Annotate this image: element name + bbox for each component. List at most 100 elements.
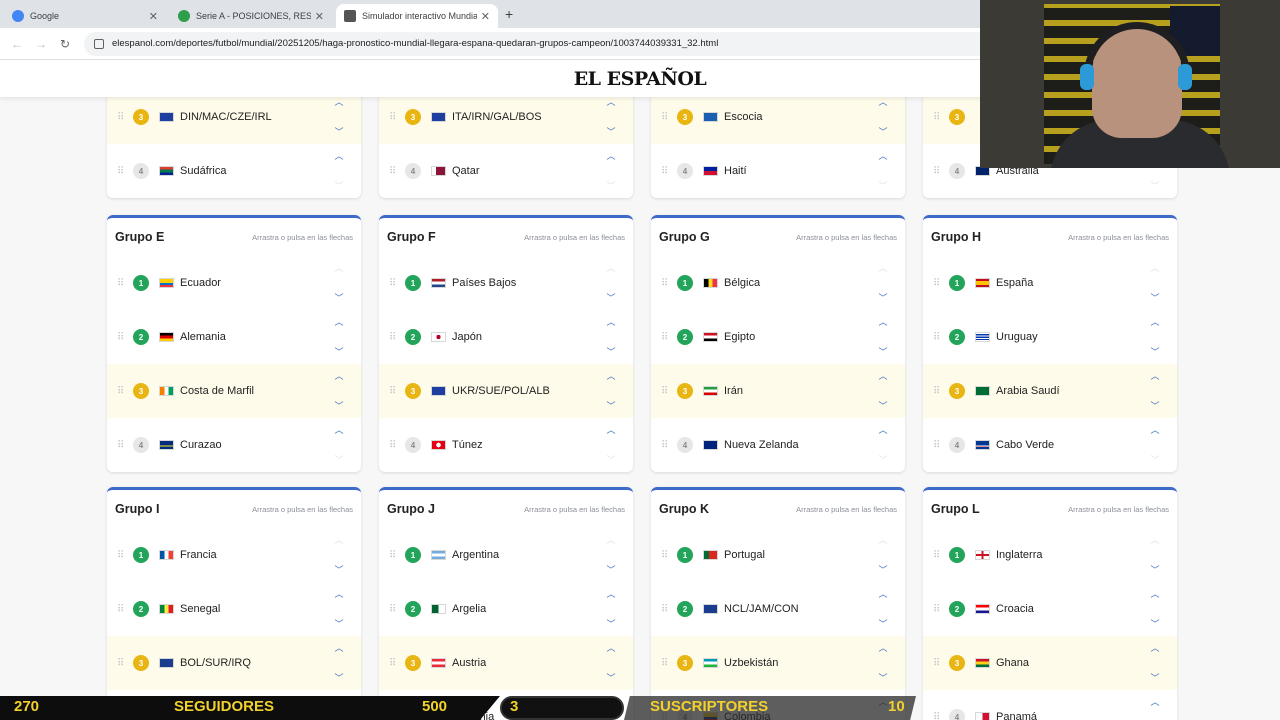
move-down-chevron-icon[interactable]: ﹀ <box>333 400 345 412</box>
team-row[interactable]: ⠿ 3 Arabia Saudí ︿ ﹀ <box>923 364 1177 418</box>
team-row[interactable]: ⠿ 4 Túnez ︿ ﹀ <box>379 418 633 472</box>
drag-handle-icon[interactable]: ⠿ <box>661 166 677 177</box>
drag-handle-icon[interactable]: ⠿ <box>933 278 949 289</box>
move-down-chevron-icon[interactable]: ﹀ <box>1149 618 1161 630</box>
move-up-chevron-icon[interactable]: ︿ <box>877 316 889 328</box>
drag-handle-icon[interactable]: ⠿ <box>117 112 133 123</box>
team-row[interactable]: ⠿ 3 Austria ︿ ﹀ <box>379 636 633 690</box>
move-up-chevron-icon[interactable]: ︿ <box>605 316 617 328</box>
move-down-chevron-icon[interactable]: ﹀ <box>333 292 345 304</box>
team-row[interactable]: ⠿ 1 Ecuador ︿ ﹀ <box>107 256 361 310</box>
move-down-chevron-icon[interactable]: ﹀ <box>1149 346 1161 358</box>
move-up-chevron-icon[interactable]: ︿ <box>333 96 345 108</box>
move-down-chevron-icon[interactable]: ﹀ <box>877 564 889 576</box>
move-down-chevron-icon[interactable]: ﹀ <box>877 126 889 138</box>
drag-handle-icon[interactable]: ⠿ <box>389 332 405 343</box>
drag-handle-icon[interactable]: ⠿ <box>117 440 133 451</box>
team-row[interactable]: ⠿ 4 Nueva Zelanda ︿ ﹀ <box>651 418 905 472</box>
team-row[interactable]: ⠿ 2 Uruguay ︿ ﹀ <box>923 310 1177 364</box>
site-logo[interactable]: EL ESPAÑOL <box>574 68 707 90</box>
move-up-chevron-icon[interactable]: ︿ <box>877 150 889 162</box>
move-up-chevron-icon[interactable]: ︿ <box>605 588 617 600</box>
move-up-chevron-icon[interactable]: ︿ <box>1149 370 1161 382</box>
team-row[interactable]: ⠿ 3 BOL/SUR/IRQ ︿ ﹀ <box>107 636 361 690</box>
move-up-chevron-icon[interactable]: ︿ <box>605 424 617 436</box>
team-row[interactable]: ⠿ 1 Países Bajos ︿ ﹀ <box>379 256 633 310</box>
team-row[interactable]: ⠿ 1 Bélgica ︿ ﹀ <box>651 256 905 310</box>
move-up-chevron-icon[interactable]: ︿ <box>333 370 345 382</box>
drag-handle-icon[interactable]: ⠿ <box>933 712 949 720</box>
drag-handle-icon[interactable]: ⠿ <box>933 658 949 669</box>
new-tab-button[interactable]: + <box>505 6 513 22</box>
browser-tab-simulador[interactable]: Simulador interactivo Mundial ✕ <box>336 4 498 28</box>
move-down-chevron-icon[interactable]: ﹀ <box>877 672 889 684</box>
team-row[interactable]: ⠿ 3 Escocia ︿ ﹀ <box>651 90 905 144</box>
drag-handle-icon[interactable]: ⠿ <box>389 658 405 669</box>
drag-handle-icon[interactable]: ⠿ <box>389 386 405 397</box>
move-down-chevron-icon[interactable]: ﹀ <box>605 126 617 138</box>
team-row[interactable]: ⠿ 3 ITA/IRN/GAL/BOS ︿ ﹀ <box>379 90 633 144</box>
drag-handle-icon[interactable]: ⠿ <box>933 112 949 123</box>
move-down-chevron-icon[interactable]: ﹀ <box>1149 292 1161 304</box>
team-row[interactable]: ⠿ 2 Croacia ︿ ﹀ <box>923 582 1177 636</box>
move-up-chevron-icon[interactable]: ︿ <box>605 150 617 162</box>
team-row[interactable]: ⠿ 2 Japón ︿ ﹀ <box>379 310 633 364</box>
move-up-chevron-icon[interactable]: ︿ <box>605 642 617 654</box>
move-down-chevron-icon[interactable]: ﹀ <box>605 400 617 412</box>
move-up-chevron-icon[interactable]: ︿ <box>333 150 345 162</box>
team-row[interactable]: ⠿4 Panamá ︿﹀ <box>923 690 1177 720</box>
team-row[interactable]: ⠿ 4 Curazao ︿ ﹀ <box>107 418 361 472</box>
team-row[interactable]: ⠿ 1 Argentina ︿ ﹀ <box>379 528 633 582</box>
team-row[interactable]: ⠿ 3 Irán ︿ ﹀ <box>651 364 905 418</box>
team-row[interactable]: ⠿ 4 Qatar ︿ ﹀ <box>379 144 633 198</box>
close-tab-icon[interactable]: ✕ <box>315 10 324 23</box>
move-down-chevron-icon[interactable]: ﹀ <box>605 346 617 358</box>
move-down-chevron-icon[interactable]: ﹀ <box>333 126 345 138</box>
move-down-chevron-icon[interactable]: ﹀ <box>1149 564 1161 576</box>
drag-handle-icon[interactable]: ⠿ <box>933 604 949 615</box>
move-up-chevron-icon[interactable]: ︿ <box>877 96 889 108</box>
reload-icon[interactable]: ↻ <box>58 37 72 51</box>
drag-handle-icon[interactable]: ⠿ <box>933 332 949 343</box>
team-row[interactable]: ⠿ 1 España ︿ ﹀ <box>923 256 1177 310</box>
drag-handle-icon[interactable]: ⠿ <box>117 386 133 397</box>
move-up-chevron-icon[interactable]: ︿ <box>1149 642 1161 654</box>
move-down-chevron-icon[interactable]: ﹀ <box>333 618 345 630</box>
team-row[interactable]: ⠿ 2 NCL/JAM/CON ︿ ﹀ <box>651 582 905 636</box>
team-row[interactable]: ⠿ 2 Senegal ︿ ﹀ <box>107 582 361 636</box>
close-tab-icon[interactable]: ✕ <box>481 10 490 23</box>
drag-handle-icon[interactable]: ⠿ <box>661 604 677 615</box>
move-up-chevron-icon[interactable]: ︿ <box>1149 696 1161 708</box>
team-row[interactable]: ⠿ 4 Cabo Verde ︿ ﹀ <box>923 418 1177 472</box>
move-down-chevron-icon[interactable]: ﹀ <box>333 672 345 684</box>
drag-handle-icon[interactable]: ⠿ <box>661 112 677 123</box>
move-down-chevron-icon[interactable]: ﹀ <box>605 564 617 576</box>
site-settings-icon[interactable] <box>94 38 104 49</box>
drag-handle-icon[interactable]: ⠿ <box>661 658 677 669</box>
address-bar[interactable]: elespanol.com/deportes/futbol/mundial/20… <box>84 31 1004 56</box>
drag-handle-icon[interactable]: ⠿ <box>389 440 405 451</box>
browser-tab-google[interactable]: Google ✕ <box>4 4 166 28</box>
drag-handle-icon[interactable]: ⠿ <box>661 386 677 397</box>
move-up-chevron-icon[interactable]: ︿ <box>877 424 889 436</box>
team-row[interactable]: ⠿ 3 Costa de Marfil ︿ ﹀ <box>107 364 361 418</box>
move-up-chevron-icon[interactable]: ︿ <box>333 316 345 328</box>
drag-handle-icon[interactable]: ⠿ <box>117 604 133 615</box>
forward-arrow-icon[interactable]: → <box>34 37 48 51</box>
drag-handle-icon[interactable]: ⠿ <box>933 440 949 451</box>
move-down-chevron-icon[interactable]: ﹀ <box>877 618 889 630</box>
team-row[interactable]: ⠿ 2 Egipto ︿ ﹀ <box>651 310 905 364</box>
drag-handle-icon[interactable]: ⠿ <box>933 386 949 397</box>
move-up-chevron-icon[interactable]: ︿ <box>605 370 617 382</box>
move-up-chevron-icon[interactable]: ︿ <box>1149 316 1161 328</box>
team-row[interactable]: ⠿ 4 Sudáfrica ︿ ﹀ <box>107 144 361 198</box>
move-down-chevron-icon[interactable]: ﹀ <box>605 292 617 304</box>
drag-handle-icon[interactable]: ⠿ <box>389 604 405 615</box>
team-row[interactable]: ⠿ 2 Argelia ︿ ﹀ <box>379 582 633 636</box>
drag-handle-icon[interactable]: ⠿ <box>661 440 677 451</box>
close-tab-icon[interactable]: ✕ <box>149 10 158 23</box>
move-up-chevron-icon[interactable]: ︿ <box>1149 424 1161 436</box>
move-down-chevron-icon[interactable]: ﹀ <box>877 400 889 412</box>
team-row[interactable]: ⠿ 2 Alemania ︿ ﹀ <box>107 310 361 364</box>
drag-handle-icon[interactable]: ⠿ <box>117 166 133 177</box>
